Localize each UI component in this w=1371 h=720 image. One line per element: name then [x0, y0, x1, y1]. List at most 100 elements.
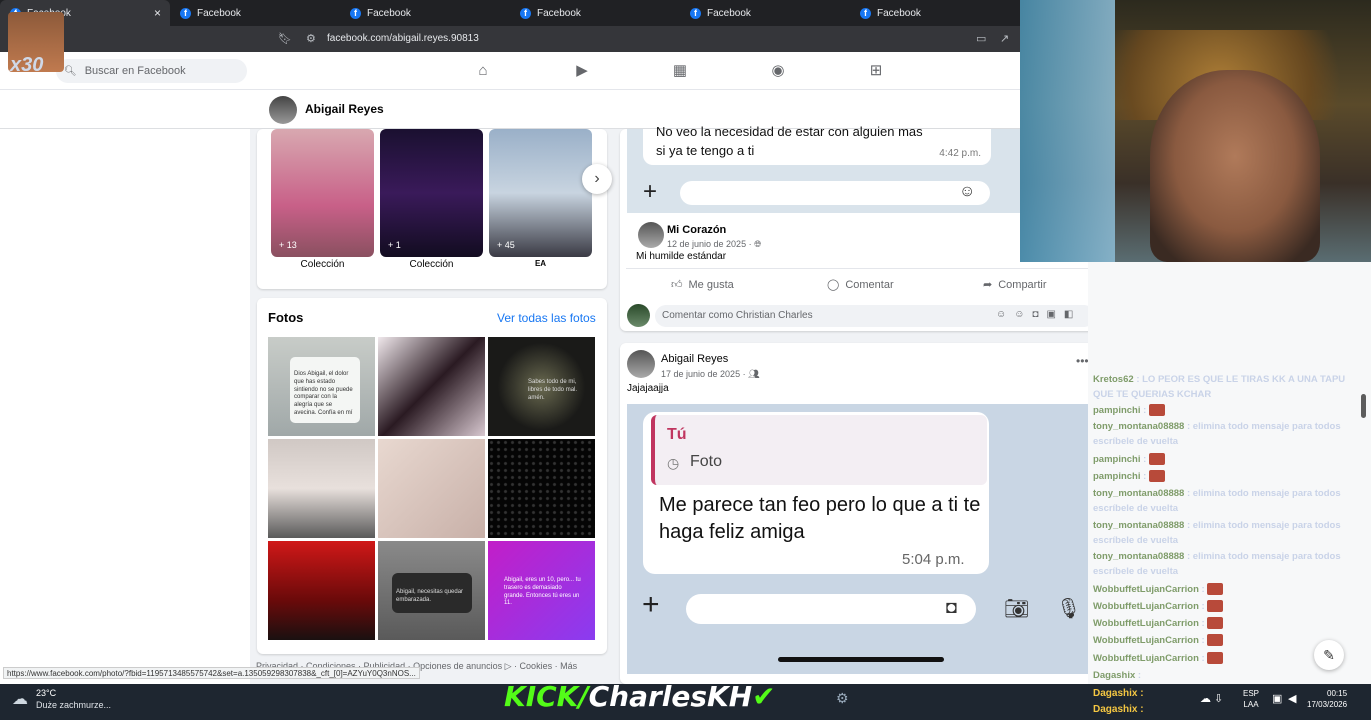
home-icon[interactable]: ⌂	[473, 61, 493, 81]
post-author[interactable]: Abigail Reyes	[661, 351, 728, 365]
emote-icon	[1148, 453, 1165, 466]
bookmark-icon[interactable]: 🔖︎	[278, 32, 292, 45]
like-button[interactable]: 👍︎ Me gusta	[671, 278, 734, 292]
see-all-photos-link[interactable]: Ver todas las fotos	[497, 311, 596, 325]
collection-count: + 45	[497, 240, 515, 250]
share-button[interactable]: ➦ Compartir	[983, 278, 1047, 292]
facebook-icon: f	[180, 7, 191, 19]
network-icon[interactable]: ▣	[1272, 692, 1282, 705]
chat-line: Dagashix :	[1093, 688, 1144, 699]
avatar[interactable]	[269, 96, 297, 124]
photo-thumb[interactable]: Abigail, eres un 10, pero... tu trasero …	[488, 541, 595, 640]
avatar	[627, 304, 650, 327]
emote-icon	[1148, 404, 1165, 417]
url-field[interactable]: facebook.com/abigail.reyes.90813	[327, 33, 479, 44]
chat-line: tony_montana08888 : elimina todo mensaje…	[1093, 421, 1341, 447]
chat-text: No veo la necesidad de estar con alguien…	[656, 124, 923, 139]
comment-button[interactable]: ◯ Comentar	[827, 278, 894, 292]
video-icon[interactable]: ▶	[572, 61, 592, 81]
facebook-icon: f	[690, 7, 701, 19]
share-icon: ➦	[983, 279, 993, 291]
sticker-icon: ◘	[946, 597, 957, 617]
collection-label: EA	[534, 259, 547, 268]
photo-thumb[interactable]: Sabes todo de mi, libres de todo mal. am…	[488, 337, 595, 436]
status-url: https://www.facebook.com/photo/?fbid=119…	[3, 667, 420, 679]
reply-quote	[651, 415, 987, 485]
tab-facebook[interactable]: f Facebook	[340, 0, 510, 26]
chat-message: Me parece tan feo pero lo que a ti te ha…	[659, 494, 981, 543]
collection-thumb[interactable]: + 45	[489, 129, 592, 257]
collection-thumb[interactable]: + 1	[380, 129, 483, 257]
tab-facebook[interactable]: f Facebook	[680, 0, 850, 26]
emote-icon	[1207, 600, 1224, 613]
search-input[interactable]: 🔍︎ Buscar en Facebook	[56, 59, 247, 83]
collection-thumb[interactable]: + 13	[271, 129, 374, 257]
collection-label: Colección	[300, 259, 345, 270]
avatar[interactable]	[627, 350, 655, 378]
tab-strip: f Facebook × f Facebook f Facebook f Facebook…	[0, 0, 1020, 26]
chat-line: tony_montana08888 : elimina todo mensaje…	[1093, 520, 1341, 546]
chat-line: tony_montana08888 : elimina todo mensaje…	[1093, 488, 1341, 514]
edit-icon: ✎	[1323, 647, 1335, 663]
photo-caption: Dios Abigail, el dolor que has estado si…	[294, 371, 353, 416]
cast-icon[interactable]: ▭	[976, 32, 986, 45]
photo-thumb[interactable]	[378, 439, 485, 538]
tab-label: Facebook	[367, 7, 411, 19]
clock[interactable]: 00:15 17/03/2026	[1307, 688, 1347, 710]
site-info-icon[interactable]: ⚙︎	[306, 32, 316, 45]
chat-line: Dagashix :	[1093, 670, 1142, 681]
photo-thumb[interactable]: Abigail, necesitas quedar embarazada.	[378, 541, 485, 640]
chat-line: WobbuffetLujanCarrion :	[1093, 616, 1365, 631]
reply-media: Foto	[690, 453, 723, 470]
emote-icon	[1207, 617, 1224, 630]
groups-icon[interactable]: ◉	[768, 61, 788, 81]
chat-text: si ya te tengo a ti	[656, 143, 755, 158]
marketplace-icon[interactable]: ▦	[670, 61, 690, 81]
chat-line: WobbuffetLujanCarrion :	[1093, 582, 1365, 597]
friends-icon: 👥︎	[748, 369, 760, 379]
photo-thumb[interactable]	[378, 337, 485, 436]
tab-facebook[interactable]: f Facebook	[170, 0, 340, 26]
photo-thumb[interactable]: Dios Abigail, el dolor que has estado si…	[268, 337, 375, 436]
settings-icon[interactable]: ⚙	[836, 690, 849, 707]
tray-icons[interactable]: ☁ ⇩	[1200, 692, 1223, 705]
chat-time: 4:42 p.m.	[939, 148, 981, 159]
microphone-icon: 🎙︎	[1056, 598, 1082, 620]
chevron-right-icon[interactable]: ›	[582, 164, 612, 194]
compose-button[interactable]: ✎	[1314, 640, 1344, 670]
photo-thumb[interactable]	[268, 541, 375, 640]
more-options-icon[interactable]: •••	[1076, 354, 1089, 368]
volume-icon[interactable]: ◀	[1288, 692, 1296, 705]
camera-icon: 📷︎	[1004, 598, 1030, 620]
gaming-icon[interactable]: ⊞	[866, 61, 886, 81]
reply-author: Tú	[667, 426, 687, 443]
share-icon[interactable]: ↗	[1000, 32, 1009, 45]
chat-scrollbar[interactable]	[1361, 394, 1366, 418]
weather-icon: ☁	[12, 691, 28, 708]
close-icon[interactable]: ×	[154, 6, 161, 20]
tab-facebook[interactable]: f Facebook	[510, 0, 680, 26]
tab-facebook[interactable]: f Facebook	[850, 0, 1020, 26]
plus-icon: +	[642, 588, 660, 621]
emote-icon	[1207, 652, 1224, 665]
left-blank-area	[0, 129, 250, 684]
photo-thumb[interactable]	[268, 439, 375, 538]
tab-label: Facebook	[537, 7, 581, 19]
language-indicator[interactable]: ESP LAA	[1243, 688, 1259, 710]
photo-thumb[interactable]	[488, 439, 595, 538]
avatar[interactable]	[638, 222, 664, 248]
chat-line: WobbuffetLujanCarrion :	[1093, 599, 1365, 614]
chat-bubble: No veo la necesidad de estar con alguien…	[643, 124, 991, 165]
verified-icon: ✔	[752, 680, 776, 713]
tab-label: Facebook	[707, 7, 751, 19]
chat-line: pampinchi :	[1093, 403, 1365, 418]
collection-label: Colección	[409, 259, 454, 270]
chat-input-preview	[680, 181, 990, 205]
comment-tools-icons[interactable]: ☺☺◘▣◧	[996, 309, 1081, 320]
thumbs-up-icon: 👍︎	[671, 279, 683, 291]
facebook-top-nav: 🔍︎ Buscar en Facebook ⌂ ▶ ▦ ◉ ⊞	[0, 52, 1020, 90]
comment-author[interactable]: Mi Corazón	[667, 222, 726, 236]
chat-line: tony_montana08888 : elimina todo mensaje…	[1093, 551, 1341, 577]
tab-label: Facebook	[877, 7, 921, 19]
profile-name[interactable]: Abigail Reyes	[305, 102, 384, 116]
